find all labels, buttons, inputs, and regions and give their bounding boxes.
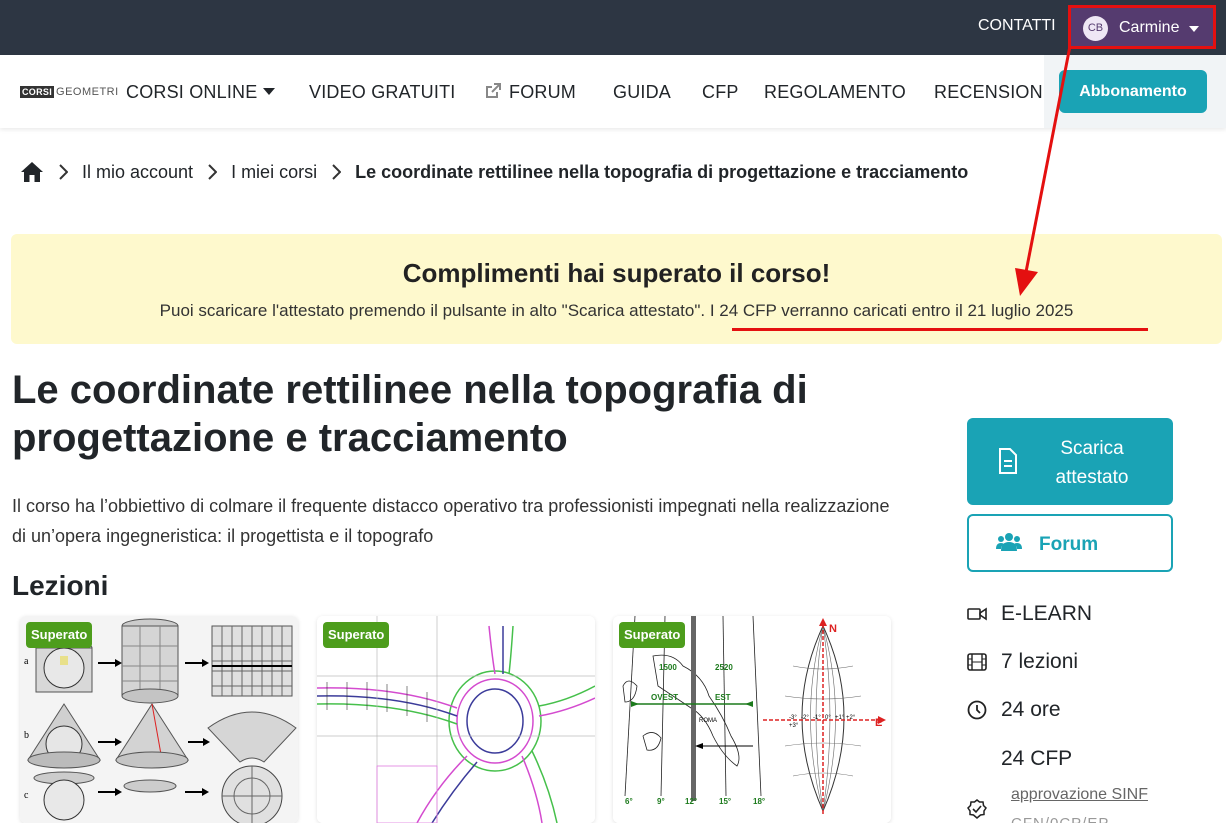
check-badge-icon xyxy=(967,799,987,819)
svg-text:+3°: +3° xyxy=(789,723,799,729)
breadcrumb: Il mio account I miei corsi Le coordinat… xyxy=(20,160,968,184)
svg-text:2520: 2520 xyxy=(715,663,733,672)
course-type: E-LEARN xyxy=(967,599,1092,629)
svg-text:+1°: +1° xyxy=(835,715,845,721)
course-hours: 24 ore xyxy=(967,695,1061,725)
svg-text:OVEST: OVEST xyxy=(651,693,678,702)
breadcrumb-my-account[interactable]: Il mio account xyxy=(82,162,193,183)
user-name: Carmine xyxy=(1119,19,1180,36)
caret-down-icon xyxy=(1189,26,1199,32)
clock-icon xyxy=(967,700,987,720)
svg-text:ROMA: ROMA xyxy=(699,718,717,724)
external-link-icon xyxy=(486,83,501,99)
home-icon[interactable] xyxy=(20,161,44,183)
download-label: Scarica attestato xyxy=(1055,438,1129,488)
nav-recensioni[interactable]: RECENSIONI xyxy=(934,82,1048,103)
lesson-card-2[interactable]: Superato xyxy=(317,616,595,823)
alert-title: Complimenti hai superato il corso! xyxy=(402,258,831,288)
svg-text:c: c xyxy=(24,790,29,801)
svg-text:N: N xyxy=(829,623,837,635)
nav-regolamento[interactable]: REGOLAMENTO xyxy=(764,82,906,103)
svg-text:-1°: -1° xyxy=(813,715,821,721)
caret-down-icon xyxy=(263,87,276,95)
status-badge: Superato xyxy=(323,622,390,648)
subscription-area: Abbonamento xyxy=(1044,55,1226,128)
svg-text:EST: EST xyxy=(715,693,731,702)
svg-text:12°: 12° xyxy=(685,797,697,806)
approval-link[interactable]: approvazione SINF xyxy=(1011,786,1148,804)
svg-text:18°: 18° xyxy=(753,797,765,806)
svg-text:a: a xyxy=(24,656,29,667)
svg-text:-3°: -3° xyxy=(789,715,797,721)
chevron-right-icon xyxy=(332,164,342,180)
lesson-card-1[interactable]: Superato a b c xyxy=(20,616,298,823)
lessons-heading: Lezioni xyxy=(12,570,109,601)
course-title: Le coordinate rettilinee nella topografi… xyxy=(12,368,808,460)
breadcrumb-current: Le coordinate rettilinee nella topografi… xyxy=(355,161,969,182)
contatti-link[interactable]: CONTATTI xyxy=(978,17,1056,35)
avatar: CB xyxy=(1083,16,1108,41)
document-icon xyxy=(999,448,1017,474)
svg-text:1500: 1500 xyxy=(659,663,677,672)
nav-cfp[interactable]: CFP xyxy=(702,82,739,103)
course-cfp: 24 CFP xyxy=(1001,747,1073,770)
forum-label: Forum xyxy=(1039,534,1099,555)
nav-guida[interactable]: GUIDA xyxy=(613,82,671,103)
main-navbar: CORSI GEOMETRI CORSI ONLINE VIDEO GRATUI… xyxy=(0,55,1226,128)
svg-text:6°: 6° xyxy=(625,797,633,806)
svg-text:15°: 15° xyxy=(719,797,731,806)
status-badge: Superato xyxy=(619,622,686,648)
top-bar: CONTATTI CB Carmine xyxy=(0,0,1226,55)
chevron-right-icon xyxy=(208,164,218,180)
status-badge: Superato xyxy=(26,622,93,648)
user-menu-button[interactable]: CB Carmine xyxy=(1068,5,1216,49)
success-alert: Complimenti hai superato il corso! Puoi … xyxy=(11,234,1222,344)
course-lessons-count: 7 lezioni xyxy=(967,647,1078,677)
forum-button[interactable]: Forum xyxy=(967,514,1173,572)
nav-forum[interactable]: FORUM xyxy=(483,82,576,103)
highlight-underline xyxy=(732,328,1148,331)
svg-text:b: b xyxy=(24,730,29,741)
abbonamento-button[interactable]: Abbonamento xyxy=(1059,70,1207,113)
breadcrumb-my-courses[interactable]: I miei corsi xyxy=(231,162,317,183)
download-certificate-button[interactable]: Scarica attestato xyxy=(967,418,1173,505)
svg-text:+2°: +2° xyxy=(846,715,856,721)
nav-video-gratuiti[interactable]: VIDEO GRATUITI xyxy=(309,82,455,103)
nav-corsi-online[interactable]: CORSI ONLINE xyxy=(126,82,276,103)
users-icon xyxy=(996,533,1022,551)
svg-text:0°: 0° xyxy=(825,715,831,721)
svg-text:E: E xyxy=(875,717,882,729)
video-icon xyxy=(967,607,987,621)
chevron-right-icon xyxy=(59,164,68,180)
alert-text: Puoi scaricare l'attestato premendo il p… xyxy=(159,301,1074,320)
site-logo[interactable]: CORSI GEOMETRI xyxy=(20,85,119,98)
svg-text:9°: 9° xyxy=(657,797,665,806)
approval-code: CFN/0CP/EP xyxy=(1011,815,1109,823)
svg-text:-2°: -2° xyxy=(801,715,809,721)
course-description: Il corso ha l’obbiettivo di colmare il f… xyxy=(12,496,890,546)
lesson-card-3[interactable]: Superato 1500 2520 OVEST EST ROMA 6° 9° … xyxy=(613,616,891,823)
film-icon xyxy=(967,653,987,671)
